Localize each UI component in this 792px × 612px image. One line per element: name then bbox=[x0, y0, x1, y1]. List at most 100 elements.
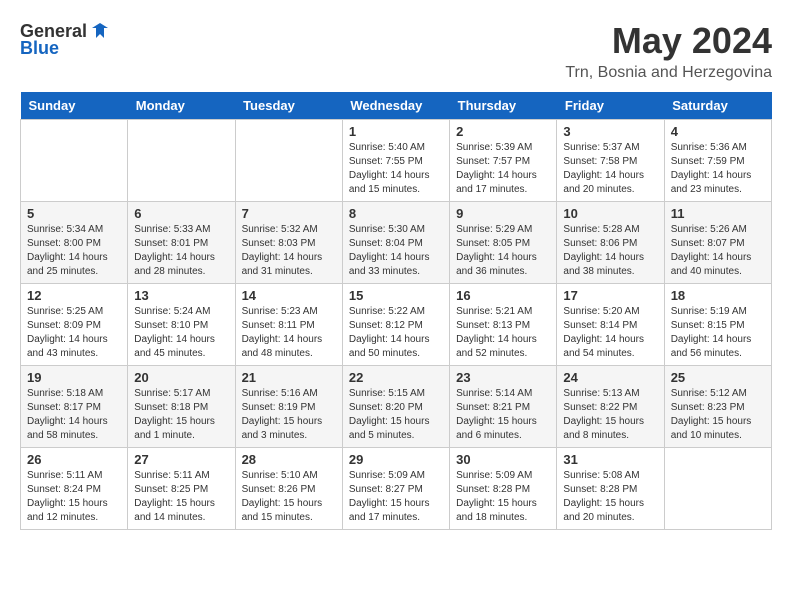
day-number: 4 bbox=[671, 124, 765, 139]
day-info: Sunrise: 5:39 AM Sunset: 7:57 PM Dayligh… bbox=[456, 141, 550, 197]
calendar-cell: 5Sunrise: 5:34 AM Sunset: 8:00 PM Daylig… bbox=[21, 202, 128, 284]
day-number: 10 bbox=[563, 206, 657, 221]
day-info: Sunrise: 5:11 AM Sunset: 8:24 PM Dayligh… bbox=[27, 469, 121, 525]
day-number: 21 bbox=[242, 370, 336, 385]
calendar-header-wednesday: Wednesday bbox=[342, 92, 449, 120]
day-info: Sunrise: 5:11 AM Sunset: 8:25 PM Dayligh… bbox=[134, 469, 228, 525]
calendar-cell: 19 Sunrise: 5:18 AM Sunset: 8:17 PM Dayli… bbox=[21, 366, 128, 448]
day-info: Sunrise: 5:09 AM Sunset: 8:27 PM Dayligh… bbox=[349, 469, 443, 525]
day-number: 18 bbox=[671, 288, 765, 303]
day-info: Sunrise: 5:20 AM Sunset: 8:14 PM Dayligh… bbox=[563, 305, 657, 361]
calendar-week-1: 1 Sunrise: 5:40 AM Sunset: 7:55 PM Daylig… bbox=[21, 120, 772, 202]
day-info: Sunrise: 5:22 AM Sunset: 8:12 PM Dayligh… bbox=[349, 305, 443, 361]
title-area: May 2024 Trn, Bosnia and Herzegovina bbox=[565, 20, 772, 82]
day-info: Sunrise: 5:30 AM Sunset: 8:04 PM Dayligh… bbox=[349, 223, 443, 279]
calendar-cell: 8 Sunrise: 5:30 AM Sunset: 8:04 PM Daylig… bbox=[342, 202, 449, 284]
calendar-cell: 1 Sunrise: 5:40 AM Sunset: 7:55 PM Daylig… bbox=[342, 120, 449, 202]
day-number: 19 bbox=[27, 370, 121, 385]
day-number: 28 bbox=[242, 452, 336, 467]
day-number: 14 bbox=[242, 288, 336, 303]
day-info: Sunrise: 5:37 AM Sunset: 7:58 PM Dayligh… bbox=[563, 141, 657, 197]
calendar-cell: 26 Sunrise: 5:11 AM Sunset: 8:24 PM Dayli… bbox=[21, 448, 128, 530]
calendar-cell: 11 Sunrise: 5:26 AM Sunset: 8:07 PM Dayli… bbox=[664, 202, 771, 284]
calendar-week-2: 5Sunrise: 5:34 AM Sunset: 8:00 PM Daylig… bbox=[21, 202, 772, 284]
day-info: Sunrise: 5:29 AM Sunset: 8:05 PM Dayligh… bbox=[456, 223, 550, 279]
day-number: 2 bbox=[456, 124, 550, 139]
calendar-header-thursday: Thursday bbox=[450, 92, 557, 120]
calendar-header-monday: Monday bbox=[128, 92, 235, 120]
day-number: 6 bbox=[134, 206, 228, 221]
calendar-header-sunday: Sunday bbox=[21, 92, 128, 120]
calendar-cell: 23 Sunrise: 5:14 AM Sunset: 8:21 PM Dayli… bbox=[450, 366, 557, 448]
day-info: Sunrise: 5:14 AM Sunset: 8:21 PM Dayligh… bbox=[456, 387, 550, 443]
calendar-cell: 17Sunrise: 5:20 AM Sunset: 8:14 PM Dayli… bbox=[557, 284, 664, 366]
calendar-cell: 20 Sunrise: 5:17 AM Sunset: 8:18 PM Dayli… bbox=[128, 366, 235, 448]
calendar-header-tuesday: Tuesday bbox=[235, 92, 342, 120]
calendar-cell bbox=[21, 120, 128, 202]
calendar-week-3: 12 Sunrise: 5:25 AM Sunset: 8:09 PM Dayli… bbox=[21, 284, 772, 366]
calendar-cell: 14 Sunrise: 5:23 AM Sunset: 8:11 PM Dayli… bbox=[235, 284, 342, 366]
calendar-cell: 28Sunrise: 5:10 AM Sunset: 8:26 PM Dayli… bbox=[235, 448, 342, 530]
calendar-table: SundayMondayTuesdayWednesdayThursdayFrid… bbox=[20, 92, 772, 530]
calendar-cell: 7 Sunrise: 5:32 AM Sunset: 8:03 PM Daylig… bbox=[235, 202, 342, 284]
day-number: 3 bbox=[563, 124, 657, 139]
day-number: 23 bbox=[456, 370, 550, 385]
day-number: 31 bbox=[563, 452, 657, 467]
day-number: 22 bbox=[349, 370, 443, 385]
day-number: 1 bbox=[349, 124, 443, 139]
day-number: 26 bbox=[27, 452, 121, 467]
calendar-week-5: 26 Sunrise: 5:11 AM Sunset: 8:24 PM Dayli… bbox=[21, 448, 772, 530]
day-info: Sunrise: 5:17 AM Sunset: 8:18 PM Dayligh… bbox=[134, 387, 228, 443]
day-number: 27 bbox=[134, 452, 228, 467]
calendar-cell: 10 Sunrise: 5:28 AM Sunset: 8:06 PM Dayli… bbox=[557, 202, 664, 284]
calendar-cell: 16 Sunrise: 5:21 AM Sunset: 8:13 PM Dayli… bbox=[450, 284, 557, 366]
calendar-cell: 27 Sunrise: 5:11 AM Sunset: 8:25 PM Dayli… bbox=[128, 448, 235, 530]
day-number: 16 bbox=[456, 288, 550, 303]
day-info: Sunrise: 5:16 AM Sunset: 8:19 PM Dayligh… bbox=[242, 387, 336, 443]
calendar-cell bbox=[664, 448, 771, 530]
calendar-cell: 9 Sunrise: 5:29 AM Sunset: 8:05 PM Daylig… bbox=[450, 202, 557, 284]
calendar-cell: 6 Sunrise: 5:33 AM Sunset: 8:01 PM Daylig… bbox=[128, 202, 235, 284]
calendar-cell: 25 Sunrise: 5:12 AM Sunset: 8:23 PM Dayli… bbox=[664, 366, 771, 448]
calendar-cell: 15Sunrise: 5:22 AM Sunset: 8:12 PM Dayli… bbox=[342, 284, 449, 366]
day-info: Sunrise: 5:32 AM Sunset: 8:03 PM Dayligh… bbox=[242, 223, 336, 279]
day-number: 8 bbox=[349, 206, 443, 221]
day-number: 12 bbox=[27, 288, 121, 303]
calendar-cell: 22 Sunrise: 5:15 AM Sunset: 8:20 PM Dayli… bbox=[342, 366, 449, 448]
calendar-week-4: 19 Sunrise: 5:18 AM Sunset: 8:17 PM Dayli… bbox=[21, 366, 772, 448]
day-number: 9 bbox=[456, 206, 550, 221]
day-info: Sunrise: 5:28 AM Sunset: 8:06 PM Dayligh… bbox=[563, 223, 657, 279]
calendar-cell: 29 Sunrise: 5:09 AM Sunset: 8:27 PM Dayli… bbox=[342, 448, 449, 530]
day-number: 24 bbox=[563, 370, 657, 385]
day-number: 20 bbox=[134, 370, 228, 385]
logo-icon bbox=[89, 20, 111, 42]
month-title: May 2024 bbox=[565, 20, 772, 62]
calendar-cell bbox=[128, 120, 235, 202]
day-number: 25 bbox=[671, 370, 765, 385]
day-info: Sunrise: 5:09 AM Sunset: 8:28 PM Dayligh… bbox=[456, 469, 550, 525]
day-info: Sunrise: 5:23 AM Sunset: 8:11 PM Dayligh… bbox=[242, 305, 336, 361]
day-info: Sunrise: 5:33 AM Sunset: 8:01 PM Dayligh… bbox=[134, 223, 228, 279]
calendar-header-saturday: Saturday bbox=[664, 92, 771, 120]
header: General Blue May 2024 Trn, Bosnia and He… bbox=[20, 20, 772, 82]
day-number: 29 bbox=[349, 452, 443, 467]
day-info: Sunrise: 5:36 AM Sunset: 7:59 PM Dayligh… bbox=[671, 141, 765, 197]
calendar-cell: 31Sunrise: 5:08 AM Sunset: 8:28 PM Dayli… bbox=[557, 448, 664, 530]
day-number: 11 bbox=[671, 206, 765, 221]
day-info: Sunrise: 5:40 AM Sunset: 7:55 PM Dayligh… bbox=[349, 141, 443, 197]
calendar-cell: 12 Sunrise: 5:25 AM Sunset: 8:09 PM Dayli… bbox=[21, 284, 128, 366]
day-info: Sunrise: 5:13 AM Sunset: 8:22 PM Dayligh… bbox=[563, 387, 657, 443]
calendar-cell: 18 Sunrise: 5:19 AM Sunset: 8:15 PM Dayli… bbox=[664, 284, 771, 366]
day-info: Sunrise: 5:12 AM Sunset: 8:23 PM Dayligh… bbox=[671, 387, 765, 443]
day-info: Sunrise: 5:19 AM Sunset: 8:15 PM Dayligh… bbox=[671, 305, 765, 361]
calendar-cell: 24 Sunrise: 5:13 AM Sunset: 8:22 PM Dayli… bbox=[557, 366, 664, 448]
calendar-cell: 13Sunrise: 5:24 AM Sunset: 8:10 PM Dayli… bbox=[128, 284, 235, 366]
day-info: Sunrise: 5:15 AM Sunset: 8:20 PM Dayligh… bbox=[349, 387, 443, 443]
day-info: Sunrise: 5:26 AM Sunset: 8:07 PM Dayligh… bbox=[671, 223, 765, 279]
day-info: Sunrise: 5:25 AM Sunset: 8:09 PM Dayligh… bbox=[27, 305, 121, 361]
day-info: Sunrise: 5:34 AM Sunset: 8:00 PM Dayligh… bbox=[27, 223, 121, 279]
day-info: Sunrise: 5:21 AM Sunset: 8:13 PM Dayligh… bbox=[456, 305, 550, 361]
day-info: Sunrise: 5:18 AM Sunset: 8:17 PM Dayligh… bbox=[27, 387, 121, 443]
day-number: 7 bbox=[242, 206, 336, 221]
calendar-header-row: SundayMondayTuesdayWednesdayThursdayFrid… bbox=[21, 92, 772, 120]
